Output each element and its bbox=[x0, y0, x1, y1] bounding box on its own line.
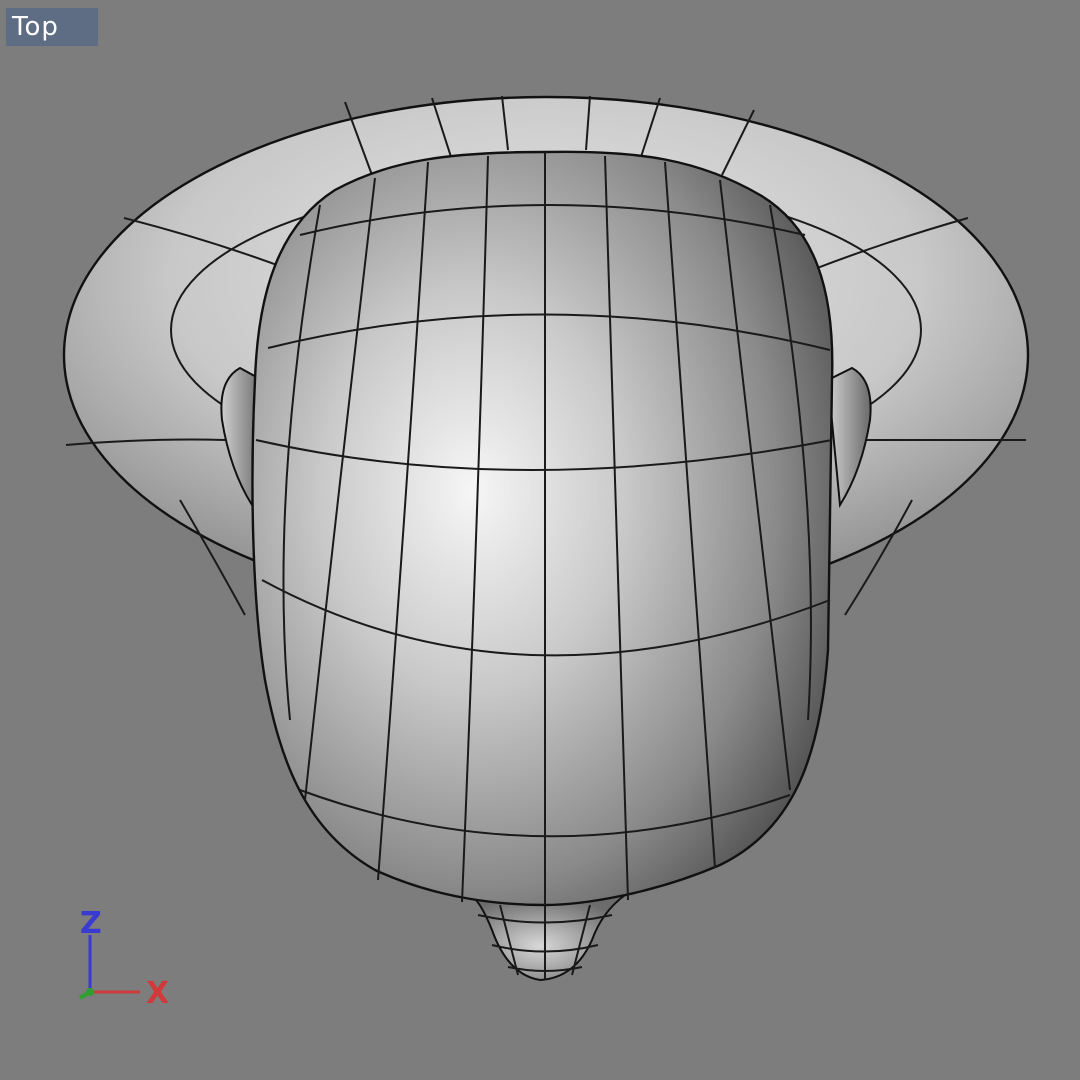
viewport-label-top[interactable]: Top bbox=[6, 8, 98, 46]
z-axis-label: Z bbox=[80, 906, 102, 941]
nose-mesh[interactable] bbox=[469, 894, 629, 982]
top-viewport[interactable]: Z X Top bbox=[0, 0, 1080, 1080]
scene-canvas[interactable]: Z X bbox=[0, 0, 1080, 1080]
x-axis-label: X bbox=[146, 976, 169, 1011]
axis-triad: Z X bbox=[78, 906, 169, 1011]
axis-origin bbox=[86, 988, 94, 996]
head-mesh[interactable] bbox=[251, 150, 834, 907]
